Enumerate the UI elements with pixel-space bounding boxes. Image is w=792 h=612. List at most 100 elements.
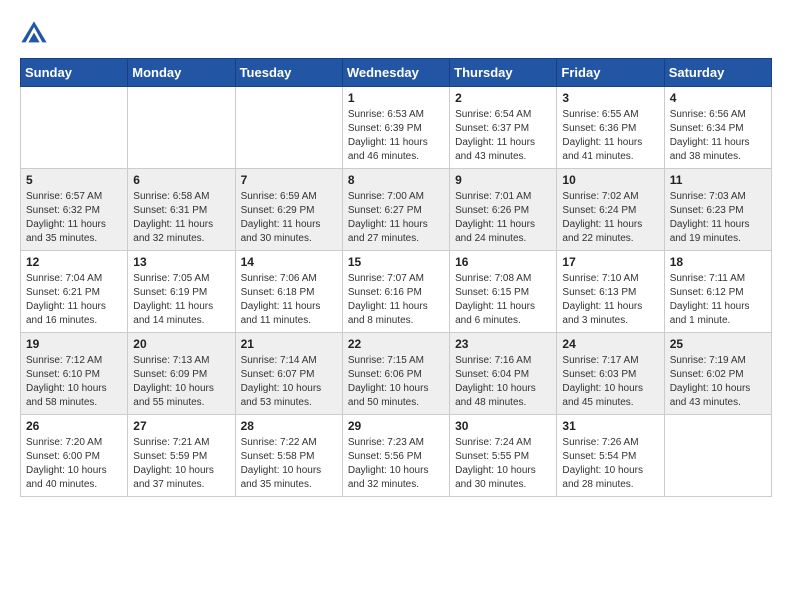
day-info: Sunrise: 7:22 AM Sunset: 5:58 PM Dayligh… bbox=[241, 436, 337, 492]
calendar-day: 8 Sunrise: 7:00 AM Sunset: 6:27 PM Daylig… bbox=[342, 169, 449, 251]
day-number: 24 bbox=[562, 337, 658, 351]
week-row-5: 26 Sunrise: 7:20 AM Sunset: 6:00 PM Dayli… bbox=[21, 415, 772, 497]
day-number: 2 bbox=[455, 91, 551, 105]
calendar-day: 22 Sunrise: 7:15 AM Sunset: 6:06 PM Dayli… bbox=[342, 333, 449, 415]
day-info: Sunrise: 7:16 AM Sunset: 6:04 PM Dayligh… bbox=[455, 354, 551, 410]
calendar-day: 12 Sunrise: 7:04 AM Sunset: 6:21 PM Dayli… bbox=[21, 251, 128, 333]
calendar-day: 6Sunrise: 6:58 AM Sunset: 6:31 PM Daylig… bbox=[128, 169, 235, 251]
calendar-day bbox=[664, 415, 771, 497]
day-number: 31 bbox=[562, 419, 658, 433]
day-info: Sunrise: 7:06 AM Sunset: 6:18 PM Dayligh… bbox=[241, 272, 337, 328]
calendar-day bbox=[21, 87, 128, 169]
day-number: 3 bbox=[562, 91, 658, 105]
day-info: Sunrise: 7:13 AM Sunset: 6:09 PM Dayligh… bbox=[133, 354, 229, 410]
day-info: Sunrise: 7:07 AM Sunset: 6:16 PM Dayligh… bbox=[348, 272, 444, 328]
day-info: Sunrise: 7:04 AM Sunset: 6:21 PM Dayligh… bbox=[26, 272, 122, 328]
calendar-day: 9 Sunrise: 7:01 AM Sunset: 6:26 PM Daylig… bbox=[450, 169, 557, 251]
calendar-day bbox=[235, 87, 342, 169]
calendar-day: 19 Sunrise: 7:12 AM Sunset: 6:10 PM Dayli… bbox=[21, 333, 128, 415]
calendar-day: 16Sunrise: 7:08 AM Sunset: 6:15 PM Dayli… bbox=[450, 251, 557, 333]
calendar-day: 25 Sunrise: 7:19 AM Sunset: 6:02 PM Dayli… bbox=[664, 333, 771, 415]
day-info: Sunrise: 7:10 AM Sunset: 6:13 PM Dayligh… bbox=[562, 272, 658, 328]
weekday-header-tuesday: Tuesday bbox=[235, 59, 342, 87]
calendar-day: 31 Sunrise: 7:26 AM Sunset: 5:54 PM Dayli… bbox=[557, 415, 664, 497]
calendar-day: 26 Sunrise: 7:20 AM Sunset: 6:00 PM Dayli… bbox=[21, 415, 128, 497]
day-info: Sunrise: 6:54 AM Sunset: 6:37 PM Dayligh… bbox=[455, 108, 551, 164]
day-number: 28 bbox=[241, 419, 337, 433]
day-number: 13 bbox=[133, 255, 229, 269]
day-number: 6 bbox=[133, 173, 229, 187]
day-number: 30 bbox=[455, 419, 551, 433]
calendar-day: 29 Sunrise: 7:23 AM Sunset: 5:56 PM Dayli… bbox=[342, 415, 449, 497]
calendar-day: 24 Sunrise: 7:17 AM Sunset: 6:03 PM Dayli… bbox=[557, 333, 664, 415]
day-number: 25 bbox=[670, 337, 766, 351]
day-number: 20 bbox=[133, 337, 229, 351]
weekday-header-saturday: Saturday bbox=[664, 59, 771, 87]
calendar-day: 15 Sunrise: 7:07 AM Sunset: 6:16 PM Dayli… bbox=[342, 251, 449, 333]
weekday-header-friday: Friday bbox=[557, 59, 664, 87]
day-info: Sunrise: 7:17 AM Sunset: 6:03 PM Dayligh… bbox=[562, 354, 658, 410]
calendar-day: 30Sunrise: 7:24 AM Sunset: 5:55 PM Dayli… bbox=[450, 415, 557, 497]
day-number: 8 bbox=[348, 173, 444, 187]
day-info: Sunrise: 7:19 AM Sunset: 6:02 PM Dayligh… bbox=[670, 354, 766, 410]
day-number: 26 bbox=[26, 419, 122, 433]
day-info: Sunrise: 6:57 AM Sunset: 6:32 PM Dayligh… bbox=[26, 190, 122, 246]
calendar-day bbox=[128, 87, 235, 169]
calendar-day: 28 Sunrise: 7:22 AM Sunset: 5:58 PM Dayli… bbox=[235, 415, 342, 497]
day-info: Sunrise: 7:14 AM Sunset: 6:07 PM Dayligh… bbox=[241, 354, 337, 410]
day-number: 11 bbox=[670, 173, 766, 187]
day-info: Sunrise: 7:12 AM Sunset: 6:10 PM Dayligh… bbox=[26, 354, 122, 410]
day-info: Sunrise: 7:20 AM Sunset: 6:00 PM Dayligh… bbox=[26, 436, 122, 492]
logo-icon bbox=[20, 20, 48, 48]
day-info: Sunrise: 6:53 AM Sunset: 6:39 PM Dayligh… bbox=[348, 108, 444, 164]
calendar-day: 14Sunrise: 7:06 AM Sunset: 6:18 PM Dayli… bbox=[235, 251, 342, 333]
calendar-day: 18 Sunrise: 7:11 AM Sunset: 6:12 PM Dayli… bbox=[664, 251, 771, 333]
calendar-day: 3 Sunrise: 6:55 AM Sunset: 6:36 PM Daylig… bbox=[557, 87, 664, 169]
weekday-header-sunday: Sunday bbox=[21, 59, 128, 87]
day-number: 4 bbox=[670, 91, 766, 105]
day-info: Sunrise: 7:15 AM Sunset: 6:06 PM Dayligh… bbox=[348, 354, 444, 410]
day-number: 17 bbox=[562, 255, 658, 269]
calendar-day: 13 Sunrise: 7:05 AM Sunset: 6:19 PM Dayli… bbox=[128, 251, 235, 333]
calendar-day: 11 Sunrise: 7:03 AM Sunset: 6:23 PM Dayli… bbox=[664, 169, 771, 251]
day-info: Sunrise: 7:01 AM Sunset: 6:26 PM Dayligh… bbox=[455, 190, 551, 246]
day-info: Sunrise: 6:56 AM Sunset: 6:34 PM Dayligh… bbox=[670, 108, 766, 164]
week-row-4: 19 Sunrise: 7:12 AM Sunset: 6:10 PM Dayli… bbox=[21, 333, 772, 415]
calendar-day: 20 Sunrise: 7:13 AM Sunset: 6:09 PM Dayli… bbox=[128, 333, 235, 415]
day-number: 22 bbox=[348, 337, 444, 351]
day-info: Sunrise: 7:11 AM Sunset: 6:12 PM Dayligh… bbox=[670, 272, 766, 328]
calendar-day: 21 Sunrise: 7:14 AM Sunset: 6:07 PM Dayli… bbox=[235, 333, 342, 415]
day-number: 29 bbox=[348, 419, 444, 433]
day-number: 9 bbox=[455, 173, 551, 187]
day-info: Sunrise: 7:00 AM Sunset: 6:27 PM Dayligh… bbox=[348, 190, 444, 246]
calendar-day: 1 Sunrise: 6:53 AM Sunset: 6:39 PM Daylig… bbox=[342, 87, 449, 169]
week-row-1: 1 Sunrise: 6:53 AM Sunset: 6:39 PM Daylig… bbox=[21, 87, 772, 169]
day-info: Sunrise: 7:26 AM Sunset: 5:54 PM Dayligh… bbox=[562, 436, 658, 492]
day-number: 23 bbox=[455, 337, 551, 351]
calendar-day: 23 Sunrise: 7:16 AM Sunset: 6:04 PM Dayli… bbox=[450, 333, 557, 415]
day-number: 21 bbox=[241, 337, 337, 351]
weekday-header-wednesday: Wednesday bbox=[342, 59, 449, 87]
day-info: Sunrise: 7:08 AM Sunset: 6:15 PM Dayligh… bbox=[455, 272, 551, 328]
day-info: Sunrise: 7:03 AM Sunset: 6:23 PM Dayligh… bbox=[670, 190, 766, 246]
day-info: Sunrise: 7:05 AM Sunset: 6:19 PM Dayligh… bbox=[133, 272, 229, 328]
day-number: 5 bbox=[26, 173, 122, 187]
week-row-3: 12 Sunrise: 7:04 AM Sunset: 6:21 PM Dayli… bbox=[21, 251, 772, 333]
calendar-table: SundayMondayTuesdayWednesdayThursdayFrid… bbox=[20, 58, 772, 497]
weekday-header-row: SundayMondayTuesdayWednesdayThursdayFrid… bbox=[21, 59, 772, 87]
weekday-header-thursday: Thursday bbox=[450, 59, 557, 87]
calendar-day: 17 Sunrise: 7:10 AM Sunset: 6:13 PM Dayli… bbox=[557, 251, 664, 333]
calendar-day: 27Sunrise: 7:21 AM Sunset: 5:59 PM Dayli… bbox=[128, 415, 235, 497]
day-info: Sunrise: 7:23 AM Sunset: 5:56 PM Dayligh… bbox=[348, 436, 444, 492]
day-number: 7 bbox=[241, 173, 337, 187]
day-info: Sunrise: 6:59 AM Sunset: 6:29 PM Dayligh… bbox=[241, 190, 337, 246]
day-info: Sunrise: 7:02 AM Sunset: 6:24 PM Dayligh… bbox=[562, 190, 658, 246]
day-number: 19 bbox=[26, 337, 122, 351]
day-number: 1 bbox=[348, 91, 444, 105]
day-number: 12 bbox=[26, 255, 122, 269]
day-number: 15 bbox=[348, 255, 444, 269]
calendar-day: 5 Sunrise: 6:57 AM Sunset: 6:32 PM Daylig… bbox=[21, 169, 128, 251]
week-row-2: 5 Sunrise: 6:57 AM Sunset: 6:32 PM Daylig… bbox=[21, 169, 772, 251]
day-info: Sunrise: 6:55 AM Sunset: 6:36 PM Dayligh… bbox=[562, 108, 658, 164]
day-number: 18 bbox=[670, 255, 766, 269]
